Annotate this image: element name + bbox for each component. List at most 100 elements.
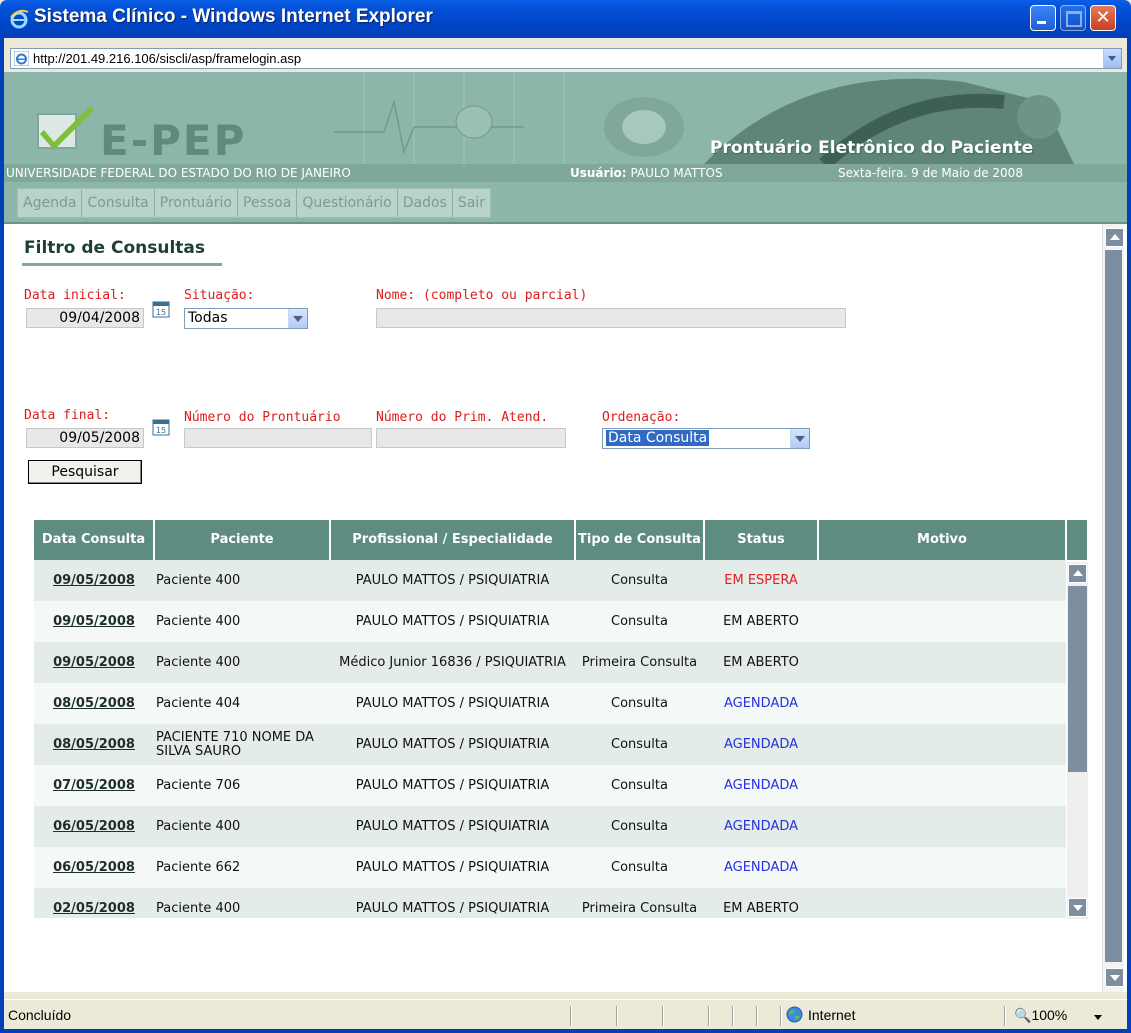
professional: PAULO MATTOS / PSIQUIATRIA: [330, 601, 575, 642]
status-text: AGENDADA: [704, 847, 818, 888]
nome-input[interactable]: [376, 308, 846, 328]
col-header-status[interactable]: Status: [704, 520, 819, 560]
content-frame: E-PEP Prontuário Eletrônico do Paciente …: [0, 72, 1131, 992]
user-info: Usuário: PAULO MATTOS: [570, 166, 723, 180]
consulta-date-link[interactable]: 09/05/2008: [34, 642, 154, 683]
nav-tabs: Agenda Consulta Prontuário Pessoa Questi…: [17, 188, 491, 218]
col-header-paciente[interactable]: Paciente: [154, 520, 331, 560]
calendar-icon[interactable]: 15: [152, 418, 170, 436]
nav-item-dados[interactable]: Dados: [398, 189, 453, 217]
col-header-profissional[interactable]: Profissional / Especialidade: [330, 520, 576, 560]
status-text: AGENDADA: [704, 806, 818, 847]
professional: PAULO MATTOS / PSIQUIATRIA: [330, 560, 575, 601]
divider: [708, 1006, 710, 1026]
table-scrollbar[interactable]: [1067, 562, 1088, 919]
patient-name: Paciente 404: [154, 683, 330, 724]
divider: [616, 1006, 618, 1026]
table-row: 06/05/2008 Paciente 662 PAULO MATTOS / P…: [34, 847, 1066, 888]
nav-item-agenda[interactable]: Agenda: [18, 189, 83, 217]
col-header-motivo[interactable]: Motivo: [818, 520, 1067, 560]
logo-checkbox-icon: [37, 106, 94, 150]
consulta-date-link[interactable]: 07/05/2008: [34, 765, 154, 806]
col-header-data[interactable]: Data Consulta: [34, 520, 155, 560]
address-url: http://201.49.216.106/siscli/asp/framelo…: [33, 51, 302, 66]
internet-explorer-icon: [10, 9, 29, 29]
consulta-date-link[interactable]: 06/05/2008: [34, 847, 154, 888]
nav-item-questionario[interactable]: Questionário: [297, 189, 398, 217]
consulta-date-link[interactable]: 09/05/2008: [34, 601, 154, 642]
consulta-date-link[interactable]: 09/05/2008: [34, 560, 154, 601]
zoom-level[interactable]: 🔍100%: [1014, 1007, 1067, 1024]
consult-type: Consulta: [575, 847, 704, 888]
professional: PAULO MATTOS / PSIQUIATRIA: [330, 765, 575, 806]
title-underline: [22, 263, 222, 266]
situacao-select[interactable]: Todas: [184, 308, 308, 329]
chevron-down-icon[interactable]: [1094, 1015, 1102, 1020]
data-inicial-label: Data inicial:: [24, 288, 126, 303]
status-text: Concluído: [8, 1007, 72, 1023]
info-bar: UNIVERSIDADE FEDERAL DO ESTADO DO RIO DE…: [4, 164, 1127, 182]
scroll-thumb[interactable]: [1105, 250, 1122, 962]
ie-page-icon: [14, 51, 29, 66]
ordenacao-label: Ordenação:: [602, 410, 681, 425]
address-dropdown-button[interactable]: [1103, 49, 1121, 68]
consulta-date-link[interactable]: 06/05/2008: [34, 806, 154, 847]
table-row: 09/05/2008 Paciente 400 Médico Junior 16…: [34, 642, 1066, 683]
professional: Médico Junior 16836 / PSIQUIATRIA: [330, 642, 575, 683]
close-button[interactable]: ✕: [1090, 5, 1116, 31]
scroll-down-icon[interactable]: [1068, 898, 1087, 917]
status-bar: Concluído Internet 🔍100%: [0, 992, 1131, 1033]
patient-name: Paciente 662: [154, 847, 330, 888]
divider: [662, 1006, 664, 1026]
calendar-icon[interactable]: 15: [152, 300, 170, 318]
professional: PAULO MATTOS / PSIQUIATRIA: [330, 724, 575, 765]
consulta-date-link[interactable]: 08/05/2008: [34, 724, 154, 765]
minimize-button[interactable]: [1030, 5, 1056, 31]
table-row: 02/05/2008 Paciente 400 PAULO MATTOS / P…: [34, 888, 1066, 918]
scroll-down-icon[interactable]: [1105, 968, 1124, 987]
motivo: [818, 765, 1066, 806]
zoom-value: 100%: [1031, 1007, 1068, 1023]
motivo: [818, 601, 1066, 642]
divider: [756, 1006, 758, 1026]
data-final-input[interactable]: 09/05/2008: [26, 428, 144, 448]
user-name: PAULO MATTOS: [630, 166, 723, 180]
scroll-up-icon[interactable]: [1105, 228, 1124, 247]
nome-label: Nome: (completo ou parcial): [376, 288, 588, 303]
professional: PAULO MATTOS / PSIQUIATRIA: [330, 888, 575, 918]
consult-type: Primeira Consulta: [575, 642, 704, 683]
consult-type: Consulta: [575, 765, 704, 806]
results-table-container: Data Consulta Paciente Profissional / Es…: [34, 520, 1089, 918]
status-text: AGENDADA: [704, 724, 818, 765]
professional: PAULO MATTOS / PSIQUIATRIA: [330, 847, 575, 888]
page-title: Filtro de Consultas: [24, 238, 206, 258]
pesquisar-button[interactable]: Pesquisar: [28, 460, 142, 484]
consult-type: Consulta: [575, 724, 704, 765]
prim-atend-label: Número do Prim. Atend.: [376, 410, 549, 425]
consult-type: Consulta: [575, 601, 704, 642]
prontuario-label: Número do Prontuário: [184, 410, 341, 425]
divider: [1004, 1006, 1006, 1026]
consulta-date-link[interactable]: 02/05/2008: [34, 888, 154, 918]
nav-item-pessoa[interactable]: Pessoa: [238, 189, 298, 217]
data-inicial-input[interactable]: 09/04/2008: [26, 308, 144, 328]
maximize-button[interactable]: [1060, 5, 1086, 31]
prim-atend-input[interactable]: [376, 428, 566, 448]
scroll-thumb[interactable]: [1068, 586, 1087, 772]
table-row: 06/05/2008 Paciente 400 PAULO MATTOS / P…: [34, 806, 1066, 847]
address-field[interactable]: http://201.49.216.106/siscli/asp/framelo…: [10, 48, 1122, 69]
user-label: Usuário:: [570, 166, 627, 180]
nav-item-consulta[interactable]: Consulta: [82, 189, 155, 217]
nav-item-sair[interactable]: Sair: [453, 189, 490, 217]
scroll-up-icon[interactable]: [1068, 564, 1087, 583]
svg-text:15: 15: [156, 308, 166, 317]
logo-text: E-PEP: [100, 116, 247, 165]
chevron-down-icon: [288, 309, 307, 328]
col-header-tipo[interactable]: Tipo de Consulta: [575, 520, 705, 560]
consulta-date-link[interactable]: 08/05/2008: [34, 683, 154, 724]
prontuario-input[interactable]: [184, 428, 372, 448]
ordenacao-select[interactable]: Data Consulta: [602, 428, 810, 449]
nav-item-prontuario[interactable]: Prontuário: [155, 189, 239, 217]
situacao-label: Situação:: [184, 288, 255, 303]
page-scrollbar[interactable]: [1102, 224, 1124, 992]
